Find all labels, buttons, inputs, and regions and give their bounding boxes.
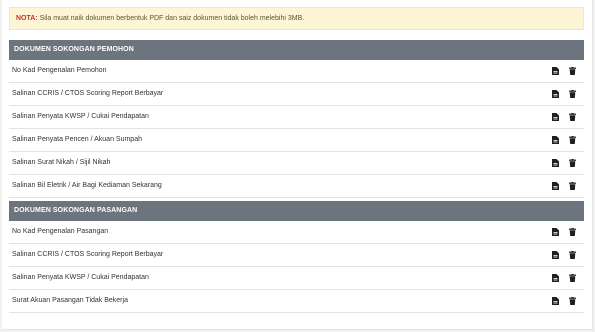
section-header-pasangan: DOKUMEN SOKONGAN PASANGAN <box>9 201 584 221</box>
file-icon[interactable] <box>550 157 561 169</box>
list-item: Salinan Bil Eletrik / Air Bagi Kediaman … <box>9 175 584 198</box>
list-item: Salinan Penyata KWSP / Cukai Pendapatan <box>9 106 584 129</box>
list-item: Salinan CCRIS / CTOS Scoring Report Berb… <box>9 244 584 267</box>
document-label: Salinan Surat Nikah / Sijil Nikah <box>12 159 111 166</box>
document-label: No Kad Pengenalan Pemohon <box>12 67 107 74</box>
note-text: Sila muat naik dokumen berbentuk PDF dan… <box>37 15 305 22</box>
note-prefix: NOTA: <box>16 15 38 22</box>
trash-icon[interactable] <box>567 249 578 261</box>
list-item: No Kad Pengenalan Pasangan <box>9 221 584 244</box>
trash-icon[interactable] <box>567 111 578 123</box>
document-label: No Kad Pengenalan Pasangan <box>12 228 109 235</box>
list-item: Salinan Surat Nikah / Sijil Nikah <box>9 152 584 175</box>
trash-icon[interactable] <box>567 65 578 77</box>
document-label: Surat Akuan Pasangan Tidak Bekerja <box>12 297 128 304</box>
trash-icon[interactable] <box>567 272 578 284</box>
list-item: Salinan CCRIS / CTOS Scoring Report Berb… <box>9 83 584 106</box>
file-icon[interactable] <box>550 111 561 123</box>
document-label: Salinan CCRIS / CTOS Scoring Report Berb… <box>12 251 164 258</box>
trash-icon[interactable] <box>567 295 578 307</box>
document-label: Salinan Penyata KWSP / Cukai Pendapatan <box>12 113 149 120</box>
file-icon[interactable] <box>550 134 561 146</box>
trash-icon[interactable] <box>567 157 578 169</box>
file-icon[interactable] <box>550 272 561 284</box>
file-icon[interactable] <box>550 226 561 238</box>
document-label: Salinan Penyata Pencen / Akuan Sumpah <box>12 136 142 143</box>
file-icon[interactable] <box>550 88 561 100</box>
document-label: Salinan Penyata KWSP / Cukai Pendapatan <box>12 274 149 281</box>
list-item: Surat Akuan Pasangan Tidak Bekerja <box>9 290 584 313</box>
file-icon[interactable] <box>550 249 561 261</box>
document-label: Salinan Bil Eletrik / Air Bagi Kediaman … <box>12 182 162 189</box>
trash-icon[interactable] <box>567 134 578 146</box>
file-icon[interactable] <box>550 65 561 77</box>
document-label: Salinan CCRIS / CTOS Scoring Report Berb… <box>12 90 164 97</box>
trash-icon[interactable] <box>567 88 578 100</box>
trash-icon[interactable] <box>567 226 578 238</box>
list-item: No Kad Pengenalan Pemohon <box>9 60 584 83</box>
document-card: NOTA: Sila muat naik dokumen berbentuk P… <box>2 0 593 330</box>
section-header-pemohon: DOKUMEN SOKONGAN PEMOHON <box>9 40 584 60</box>
trash-icon[interactable] <box>567 180 578 192</box>
list-item: Salinan Penyata KWSP / Cukai Pendapatan <box>9 267 584 290</box>
upload-note: NOTA: Sila muat naik dokumen berbentuk P… <box>9 7 584 30</box>
file-icon[interactable] <box>550 180 561 192</box>
file-icon[interactable] <box>550 295 561 307</box>
list-item: Salinan Penyata Pencen / Akuan Sumpah <box>9 129 584 152</box>
